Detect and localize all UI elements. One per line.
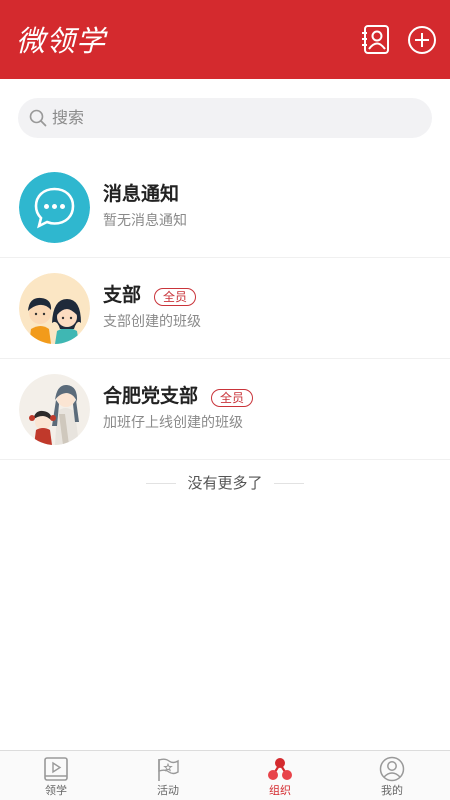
tab-label: 组织 bbox=[269, 784, 291, 797]
tab-organization[interactable]: 组织 bbox=[224, 751, 336, 800]
item-title: 消息通知 bbox=[103, 183, 180, 205]
top-header: 微领学 bbox=[0, 0, 450, 79]
member-badge: 全员 bbox=[154, 288, 197, 306]
tab-activity[interactable]: 活动 bbox=[112, 751, 224, 800]
flag-icon bbox=[158, 758, 179, 781]
item-title: 合肥党支部 bbox=[103, 385, 199, 407]
organization-icon bbox=[268, 758, 292, 780]
video-play-icon bbox=[44, 757, 68, 781]
tab-label: 领学 bbox=[45, 784, 67, 797]
add-button[interactable] bbox=[407, 24, 437, 56]
group-avatar bbox=[19, 273, 90, 344]
search-bar[interactable]: 搜索 bbox=[18, 98, 432, 138]
contacts-button[interactable] bbox=[361, 24, 391, 56]
list-item-hefei-branch[interactable]: 合肥党支部 全员 加班仔上线创建的班级 bbox=[0, 359, 450, 460]
end-of-list-text: 没有更多了 bbox=[187, 474, 263, 492]
tab-label: 我的 bbox=[381, 784, 403, 797]
divider-right bbox=[274, 483, 304, 484]
bottom-tab-bar: 领学 活动 组织 我的 bbox=[0, 750, 450, 800]
item-title: 支部 bbox=[103, 284, 142, 306]
tab-mine[interactable]: 我的 bbox=[336, 751, 448, 800]
cartoon-couple-avatar bbox=[19, 273, 90, 344]
item-subtitle: 暂无消息通知 bbox=[103, 213, 187, 229]
list-item-branch[interactable]: 支部 全员 支部创建的班级 bbox=[0, 258, 450, 359]
member-badge: 全员 bbox=[211, 389, 254, 407]
item-subtitle: 加班仔上线创建的班级 bbox=[103, 415, 243, 431]
group-avatar bbox=[19, 374, 90, 445]
tab-learn[interactable]: 领学 bbox=[0, 751, 112, 800]
anime-characters-avatar bbox=[19, 374, 90, 445]
item-subtitle: 支部创建的班级 bbox=[103, 314, 201, 330]
search-placeholder: 搜索 bbox=[52, 108, 85, 127]
list-item-notifications[interactable]: 消息通知 暂无消息通知 bbox=[0, 157, 450, 258]
message-avatar bbox=[19, 172, 90, 243]
app-logo: 微领学 bbox=[16, 24, 107, 58]
tab-label: 活动 bbox=[157, 784, 179, 797]
search-icon bbox=[29, 109, 47, 127]
contacts-icon bbox=[362, 25, 389, 54]
message-bubble-icon bbox=[19, 172, 90, 243]
person-icon bbox=[379, 756, 405, 782]
add-circle-icon bbox=[408, 26, 436, 54]
